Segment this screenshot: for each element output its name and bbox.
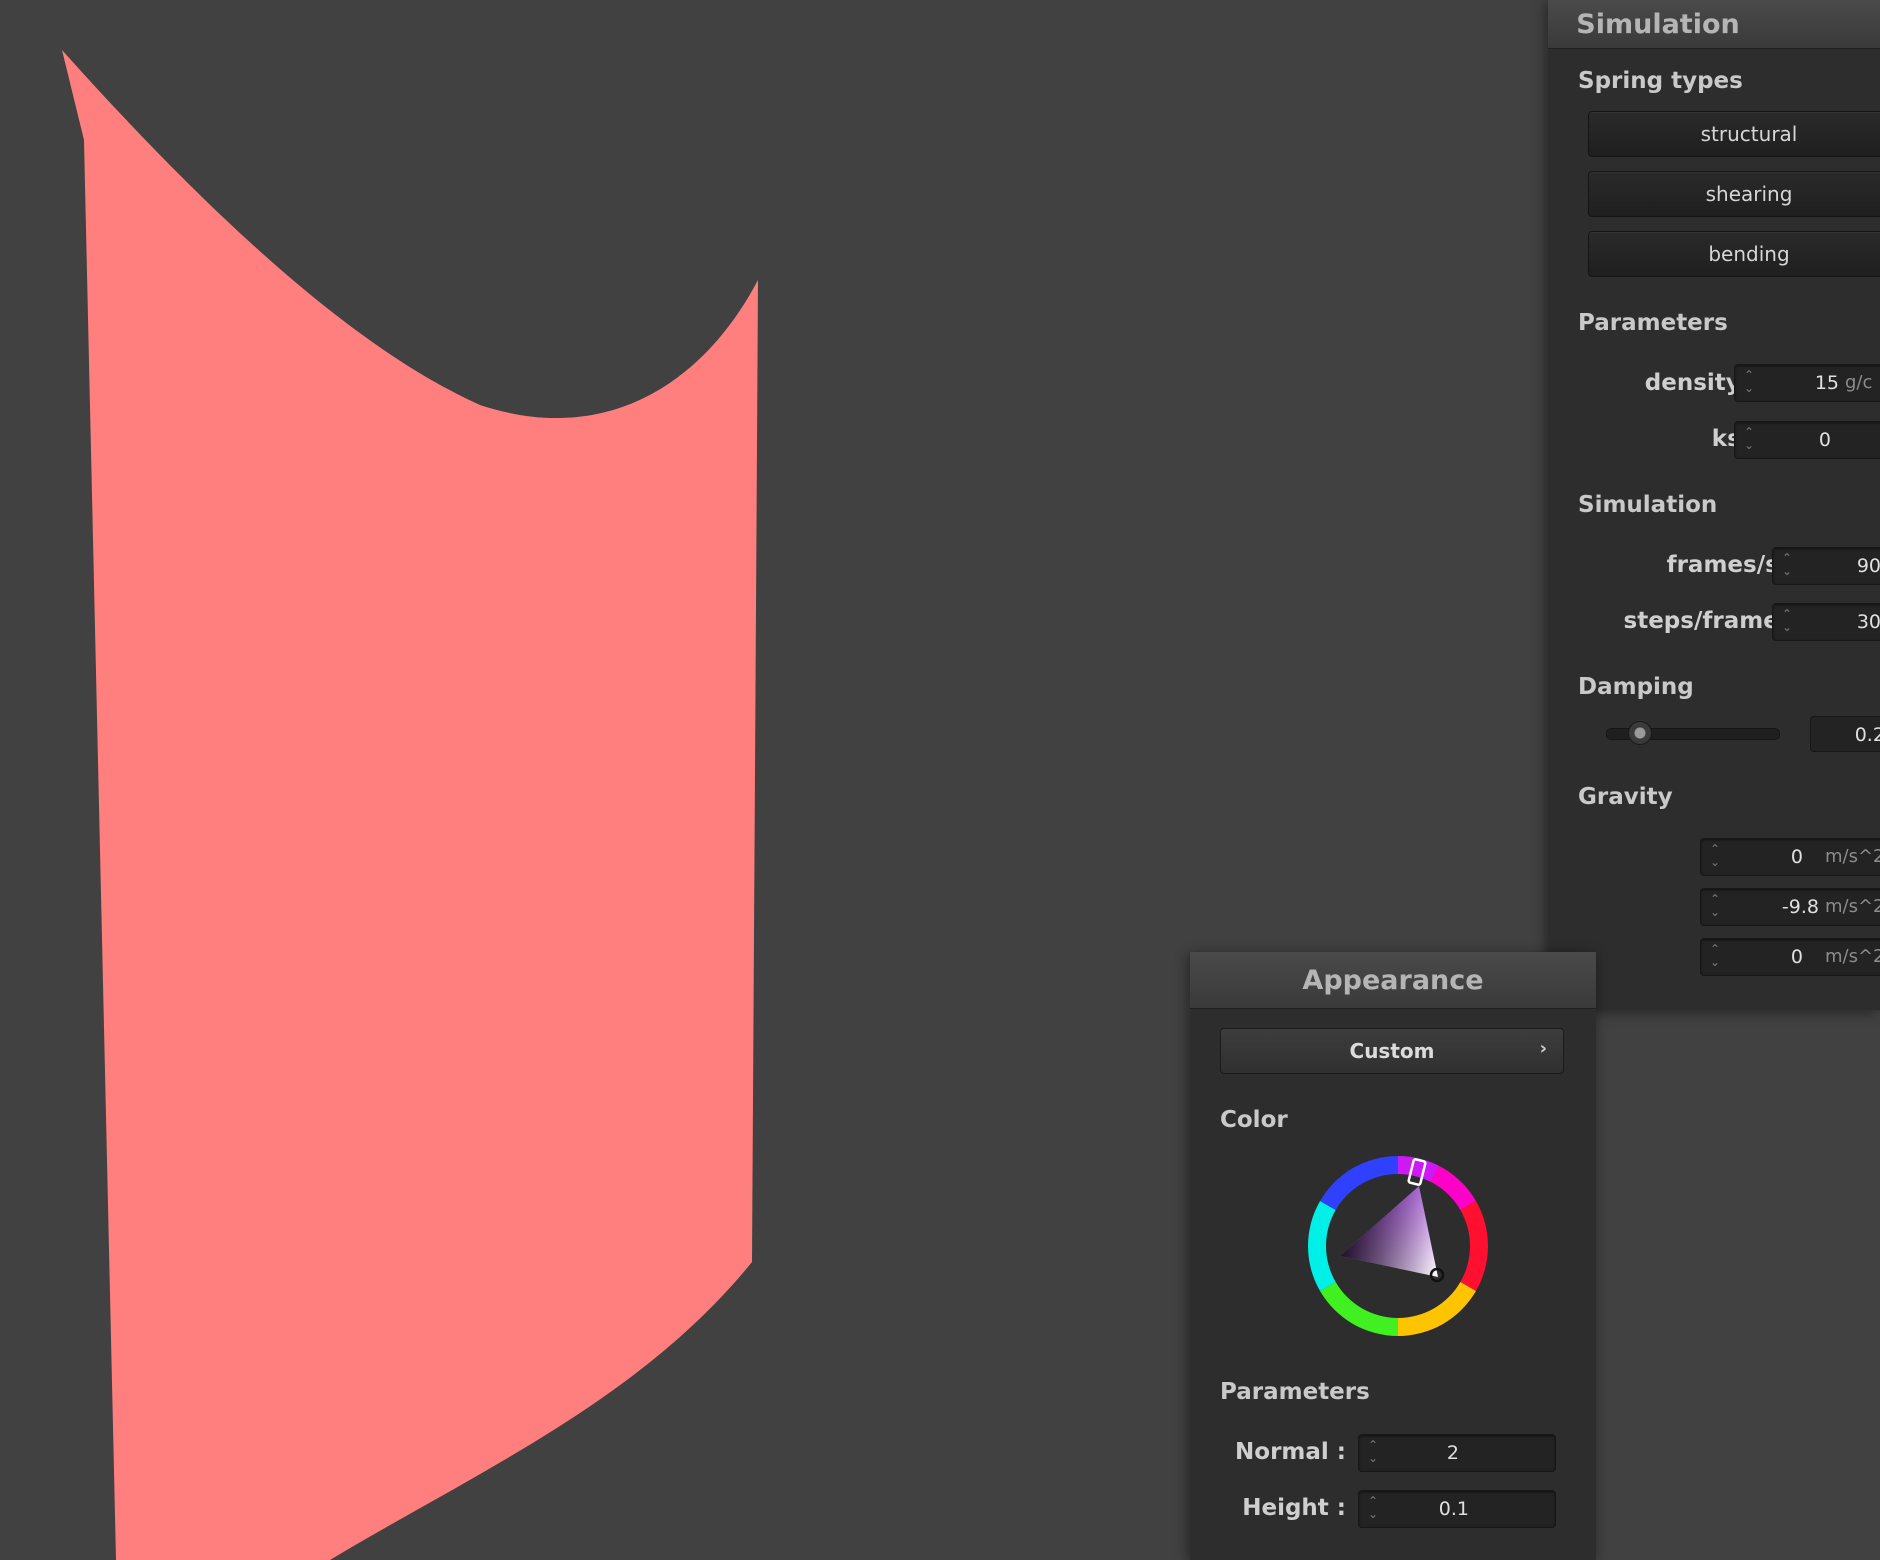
frames-spinbox[interactable]: ⌃ ⌄ 90 [1772, 547, 1880, 585]
bending-button[interactable]: bending [1588, 231, 1880, 277]
ks-label: ks : [1711, 426, 1758, 452]
normal-value: 2 [1446, 1442, 1459, 1464]
color-label: Color [1220, 1107, 1288, 1133]
gravity-x-unit: m/s^2 [1825, 846, 1880, 867]
damping-label: Damping [1578, 674, 1694, 700]
simulation-title-text: Simulation [1576, 8, 1740, 40]
simulation-panel-title: Simulation [1548, 0, 1880, 49]
appearance-parameters-label: Parameters [1220, 1379, 1370, 1405]
spin-arrows-icon[interactable]: ⌃ ⌄ [1709, 843, 1721, 871]
gravity-z-unit: m/s^2 [1825, 946, 1880, 967]
gravity-x-value: 0 [1790, 846, 1803, 868]
normal-label: Normal : [1235, 1439, 1346, 1465]
density-label: density : [1644, 370, 1758, 396]
steps-value: 30 [1856, 611, 1880, 633]
gravity-z-value: 0 [1790, 946, 1803, 968]
gravity-label: Gravity [1578, 784, 1673, 810]
spin-arrows-icon[interactable]: ⌃ ⌄ [1367, 1495, 1379, 1523]
gravity-y-unit: m/s^2 [1825, 896, 1880, 917]
damping-value-field[interactable]: 0.20 [1810, 716, 1880, 752]
chevron-right-icon: › [1539, 1038, 1547, 1059]
gravity-z-spinbox[interactable]: ⌃ ⌄ 0 m/s^2 [1700, 938, 1880, 976]
gravity-y-spinbox[interactable]: ⌃ ⌄ -9.8 m/s^2 [1700, 888, 1880, 926]
structural-button[interactable]: structural [1588, 111, 1880, 157]
steps-label: steps/frame : [1623, 608, 1796, 634]
spin-arrows-icon[interactable]: ⌃ ⌄ [1743, 369, 1755, 397]
preset-label: Custom [1349, 1039, 1435, 1063]
spin-arrows-icon[interactable]: ⌃ ⌄ [1781, 552, 1793, 580]
normal-spinbox[interactable]: ⌃ ⌄ 2 [1358, 1434, 1556, 1472]
appearance-preset-dropdown[interactable]: Custom › [1220, 1028, 1564, 1074]
height-spinbox[interactable]: ⌃ ⌄ 0.1 [1358, 1490, 1556, 1528]
frames-label: frames/s : [1666, 552, 1796, 578]
gravity-y-value: -9.8 [1781, 896, 1819, 918]
spin-arrows-icon[interactable]: ⌃ ⌄ [1709, 893, 1721, 921]
appearance-panel: Appearance Custom › Color Parameters Nor… [1190, 952, 1596, 1560]
spin-arrows-icon[interactable]: ⌃ ⌄ [1781, 608, 1793, 636]
gravity-x-spinbox[interactable]: ⌃ ⌄ 0 m/s^2 [1700, 838, 1880, 876]
height-label: Height : [1242, 1495, 1346, 1521]
spin-arrows-icon[interactable]: ⌃ ⌄ [1743, 426, 1755, 454]
steps-spinbox[interactable]: ⌃ ⌄ 30 [1772, 603, 1880, 641]
appearance-panel-title: Appearance [1190, 952, 1596, 1009]
height-value: 0.1 [1438, 1498, 1469, 1520]
density-spinbox[interactable]: ⌃ ⌄ 15 g/c [1734, 364, 1880, 402]
ks-value: 0 [1818, 429, 1831, 451]
frames-value: 90 [1856, 555, 1880, 577]
density-value: 15 [1814, 372, 1839, 394]
spin-arrows-icon[interactable]: ⌃ ⌄ [1367, 1439, 1379, 1467]
appearance-title-text: Appearance [1302, 964, 1484, 996]
damping-slider-handle[interactable] [1628, 721, 1653, 745]
ks-spinbox[interactable]: ⌃ ⌄ 0 [1734, 421, 1880, 459]
parameters-label: Parameters [1578, 310, 1728, 336]
spin-arrows-icon[interactable]: ⌃ ⌄ [1709, 943, 1721, 971]
shearing-button[interactable]: shearing [1588, 171, 1880, 217]
simulation-section-label: Simulation [1578, 492, 1718, 518]
color-wheel[interactable] [1298, 1146, 1498, 1346]
density-unit: g/c [1845, 372, 1873, 393]
spring-types-label: Spring types [1578, 68, 1743, 94]
simulation-panel: Simulation Spring types structural shear… [1548, 0, 1880, 1010]
